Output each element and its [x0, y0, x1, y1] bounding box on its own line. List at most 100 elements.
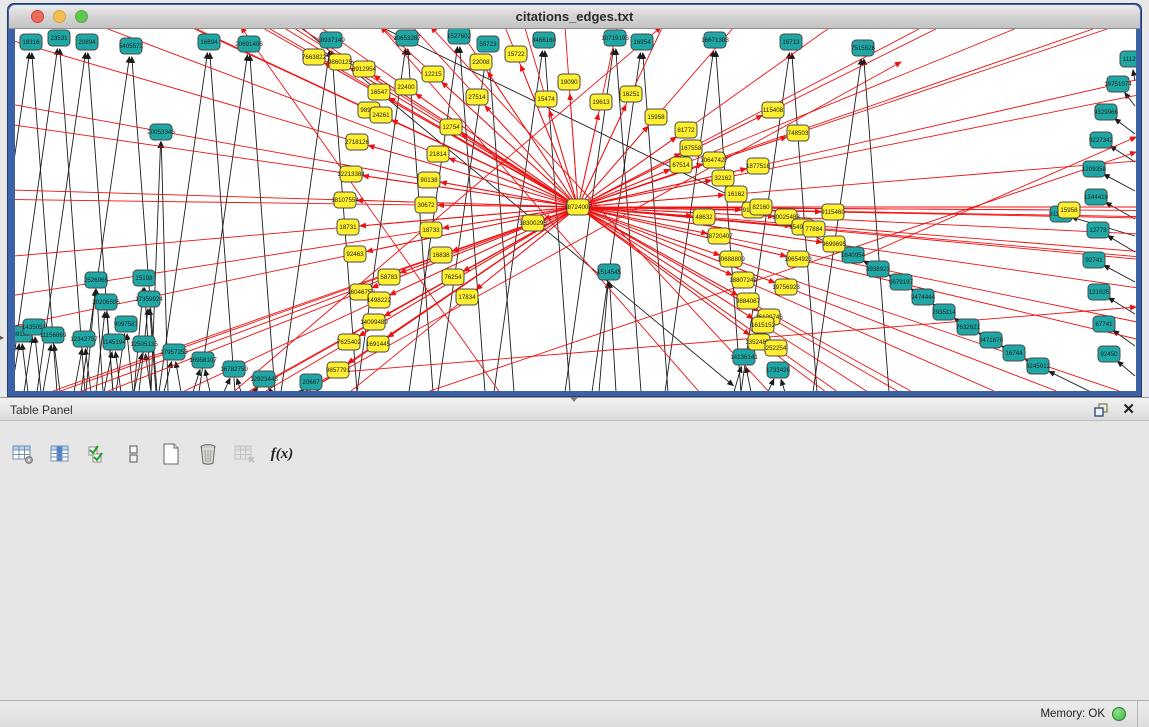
graph-node[interactable]: 2526065 [84, 272, 109, 288]
graph-node[interactable]: 14136141 [730, 349, 758, 365]
graph-node[interactable]: 18807249 [729, 272, 757, 288]
graph-node[interactable]: 2718126 [345, 134, 370, 150]
close-panel-icon[interactable]: ✕ [1122, 400, 1135, 418]
graph-node[interactable]: 5405572 [119, 38, 144, 54]
graph-node[interactable]: 15198 [133, 270, 155, 286]
graph-node[interactable]: 18316 [20, 34, 42, 50]
graph-node[interactable]: 16547 [368, 84, 390, 100]
graph-node[interactable]: 14099489 [360, 314, 388, 330]
graph-node[interactable]: 17834 [456, 289, 478, 305]
graph-node[interactable]: 15958 [1058, 202, 1080, 218]
graph-node[interactable]: 11121 [1120, 51, 1136, 67]
graph-node[interactable]: 1244419 [1084, 189, 1109, 205]
graph-node[interactable]: 748503 [787, 125, 809, 141]
graph-node[interactable]: 8471670 [979, 332, 1004, 348]
graph-node[interactable]: 21814 [427, 146, 449, 162]
graph-node[interactable]: 18107554 [331, 192, 359, 208]
graph-node[interactable]: 92463 [344, 246, 366, 262]
graph-node[interactable]: 7625402 [337, 334, 362, 350]
graph-node[interactable]: 121035 [1088, 284, 1110, 300]
graph-node[interactable]: 16958107 [189, 352, 217, 368]
graph-node[interactable]: 10653287 [393, 30, 421, 46]
graph-node[interactable]: 7515526 [851, 40, 876, 56]
graph-node[interactable]: 252254 [765, 340, 787, 356]
show-columns-icon[interactable] [47, 441, 73, 467]
graph-node[interactable]: 20691406 [235, 36, 263, 52]
graph-node[interactable]: 7663822 [302, 49, 327, 65]
graph-node[interactable]: 24261 [370, 107, 392, 123]
graph-node[interactable]: 9115460 [821, 204, 845, 220]
graph-node[interactable]: 18720407 [705, 228, 733, 244]
graph-node[interactable]: 20206506 [92, 294, 120, 310]
panel-collapse-arrow-icon[interactable]: ▸ [0, 333, 4, 342]
graph-node[interactable]: 23531 [48, 30, 70, 46]
graph-node[interactable]: 67741 [1093, 316, 1115, 332]
graph-node[interactable]: 22400 [395, 79, 417, 95]
graph-node[interactable]: 9884067 [736, 293, 761, 309]
graph-node[interactable]: 6679197 [889, 274, 914, 290]
graph-node[interactable]: 9227342 [1089, 132, 1114, 148]
graph-node[interactable]: 8938923 [866, 261, 891, 277]
graph-node[interactable]: 15958 [645, 109, 667, 125]
graph-node[interactable]: 19756928 [772, 279, 800, 295]
hub-node[interactable]: 18724007 [564, 199, 592, 215]
graph-node[interactable]: 9097587 [114, 316, 139, 332]
graph-node[interactable]: 1209358 [1082, 161, 1107, 177]
graph-node[interactable]: 18300295 [519, 215, 547, 231]
graph-node[interactable]: 30672 [415, 197, 437, 213]
graph-node[interactable]: 9474444 [911, 289, 936, 305]
graph-node[interactable]: 12213384 [337, 166, 365, 182]
graph-node[interactable]: 115408 [762, 102, 784, 118]
graph-node[interactable]: 18733 [420, 222, 442, 238]
graph-node[interactable]: 9860125 [328, 54, 353, 70]
graph-node[interactable]: 27514 [466, 89, 488, 105]
graph-node[interactable]: 76254 [442, 269, 464, 285]
graph-node[interactable]: 1733426 [766, 362, 791, 378]
graph-node[interactable]: 11156869 [40, 327, 67, 343]
graph-node[interactable]: 12923448 [250, 371, 278, 387]
graph-node[interactable]: 16713 [780, 34, 802, 50]
graph-node[interactable]: 10647427 [700, 152, 728, 168]
graph-node[interactable]: 15474 [535, 91, 557, 107]
graph-node[interactable]: 9245012 [1026, 358, 1051, 374]
float-panel-icon[interactable] [1094, 403, 1109, 417]
graph-node[interactable]: 1691445 [366, 336, 391, 352]
graph-node[interactable]: 1514545 [597, 264, 622, 280]
graph-node[interactable]: 8912954 [352, 61, 377, 77]
graph-node[interactable]: 1145194 [102, 334, 126, 350]
graph-node[interactable]: 19613 [590, 94, 612, 110]
graph-node[interactable]: 1527602 [447, 29, 472, 44]
graph-node[interactable]: 16838 [430, 247, 452, 263]
graph-node[interactable]: 2935114 [932, 304, 956, 320]
graph-node[interactable]: 82160 [750, 199, 772, 215]
graph-node[interactable]: 17359924 [135, 291, 163, 307]
graph-node[interactable]: 16954 [631, 34, 653, 50]
graph-node[interactable]: 92450 [1098, 346, 1120, 362]
graph-node[interactable]: 19090 [558, 74, 580, 90]
new-table-icon[interactable] [158, 441, 184, 467]
graph-node[interactable]: 22008 [470, 54, 492, 70]
graph-node[interactable]: 9329966 [1094, 104, 1119, 120]
graph-node[interactable]: 9857791 [326, 362, 351, 378]
graph-node[interactable]: 28937149 [317, 32, 345, 48]
network-canvas[interactable]: 1831623531208945405572168942069140628937… [15, 29, 1136, 391]
graph-node[interactable]: 10688809 [717, 251, 745, 267]
graph-node[interactable]: 77884 [803, 221, 825, 237]
graph-node[interactable]: 16782759 [220, 361, 248, 377]
graph-node[interactable]: 19654923 [784, 251, 812, 267]
graph-node[interactable]: 48632 [693, 209, 715, 225]
graph-node[interactable]: 17957253 [160, 344, 188, 360]
graph-node[interactable]: 15722 [505, 46, 527, 62]
graph-node[interactable]: 1498222 [367, 292, 392, 308]
panel-resize-grip[interactable] [570, 397, 578, 402]
graph-node[interactable]: 55723 [477, 36, 499, 52]
graph-node[interactable]: 12342757 [70, 331, 98, 347]
graph-node[interactable]: 16744 [1003, 345, 1025, 361]
delete-table-icon[interactable] [232, 441, 258, 467]
graph-node[interactable]: 7632621 [956, 319, 981, 335]
select-columns-icon[interactable] [84, 441, 110, 467]
graph-node[interactable]: 20667 [300, 374, 322, 390]
graph-node[interactable]: 10719195 [601, 30, 629, 46]
graph-node[interactable]: 9699695 [822, 236, 847, 252]
graph-node[interactable]: 8466160 [532, 32, 557, 48]
